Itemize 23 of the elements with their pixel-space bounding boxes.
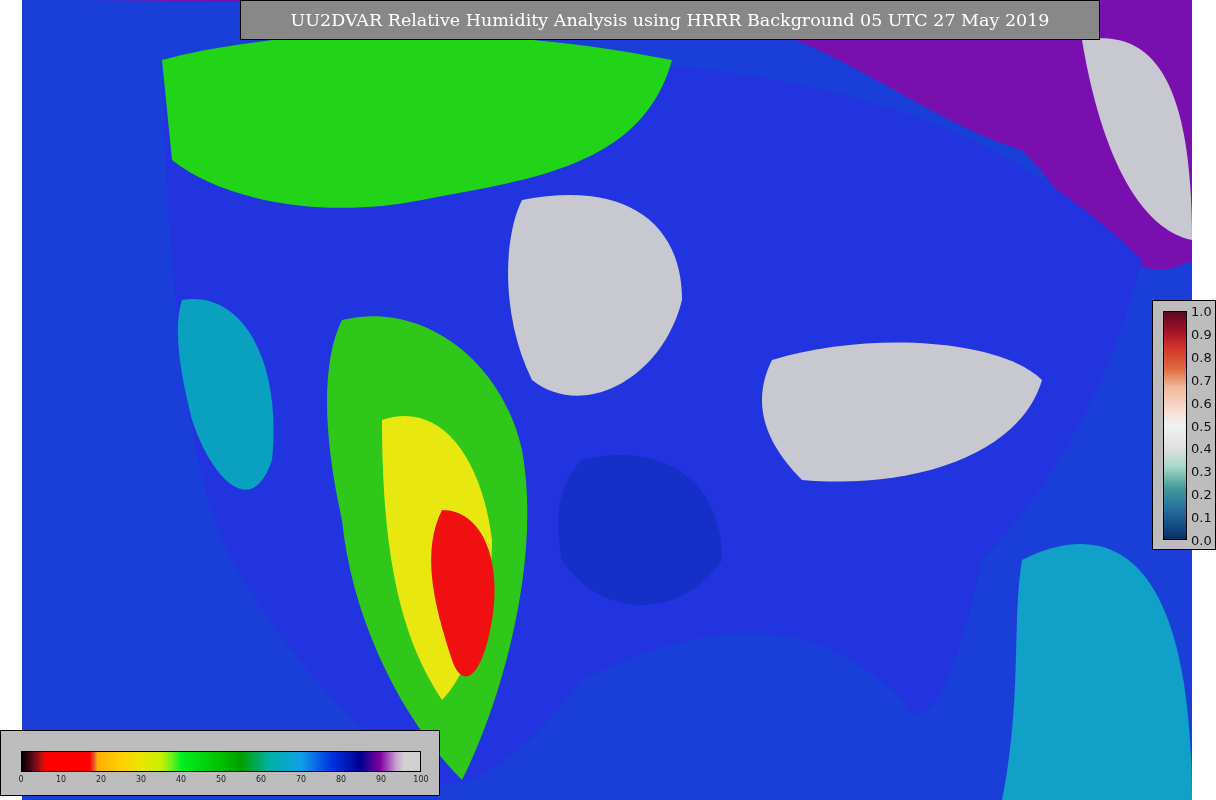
tick-label: 0.2: [1191, 486, 1212, 502]
tick-label: 0.1: [1191, 509, 1212, 525]
tick-label: 50: [215, 775, 227, 784]
tick-label: 0: [18, 775, 24, 784]
tick-label: 20: [95, 775, 107, 784]
tick-label: 0.7: [1191, 372, 1212, 388]
tick-label: 0.8: [1191, 349, 1212, 365]
chart-title: UU2DVAR Relative Humidity Analysis using HRRR Background 05 UTC 27 May 2019: [240, 0, 1100, 40]
tick-label: 0.5: [1191, 418, 1212, 433]
tick-label: 70: [295, 775, 307, 784]
tick-label: 100: [413, 775, 429, 784]
tick-label: 0.3: [1191, 463, 1212, 479]
tick-label: 90: [375, 775, 387, 784]
tick-label: 0.4: [1191, 440, 1212, 456]
tick-label: 40: [175, 775, 187, 784]
tick-label: 0.0: [1191, 532, 1212, 548]
tick-label: 0.9: [1191, 326, 1212, 342]
tick-label: 1.0: [1191, 303, 1212, 319]
tick-label: 60: [255, 775, 267, 784]
tick-label: 0.6: [1191, 395, 1212, 411]
tick-label: 80: [335, 775, 347, 784]
tick-label: 10: [55, 775, 67, 784]
tick-label: 30: [135, 775, 147, 784]
